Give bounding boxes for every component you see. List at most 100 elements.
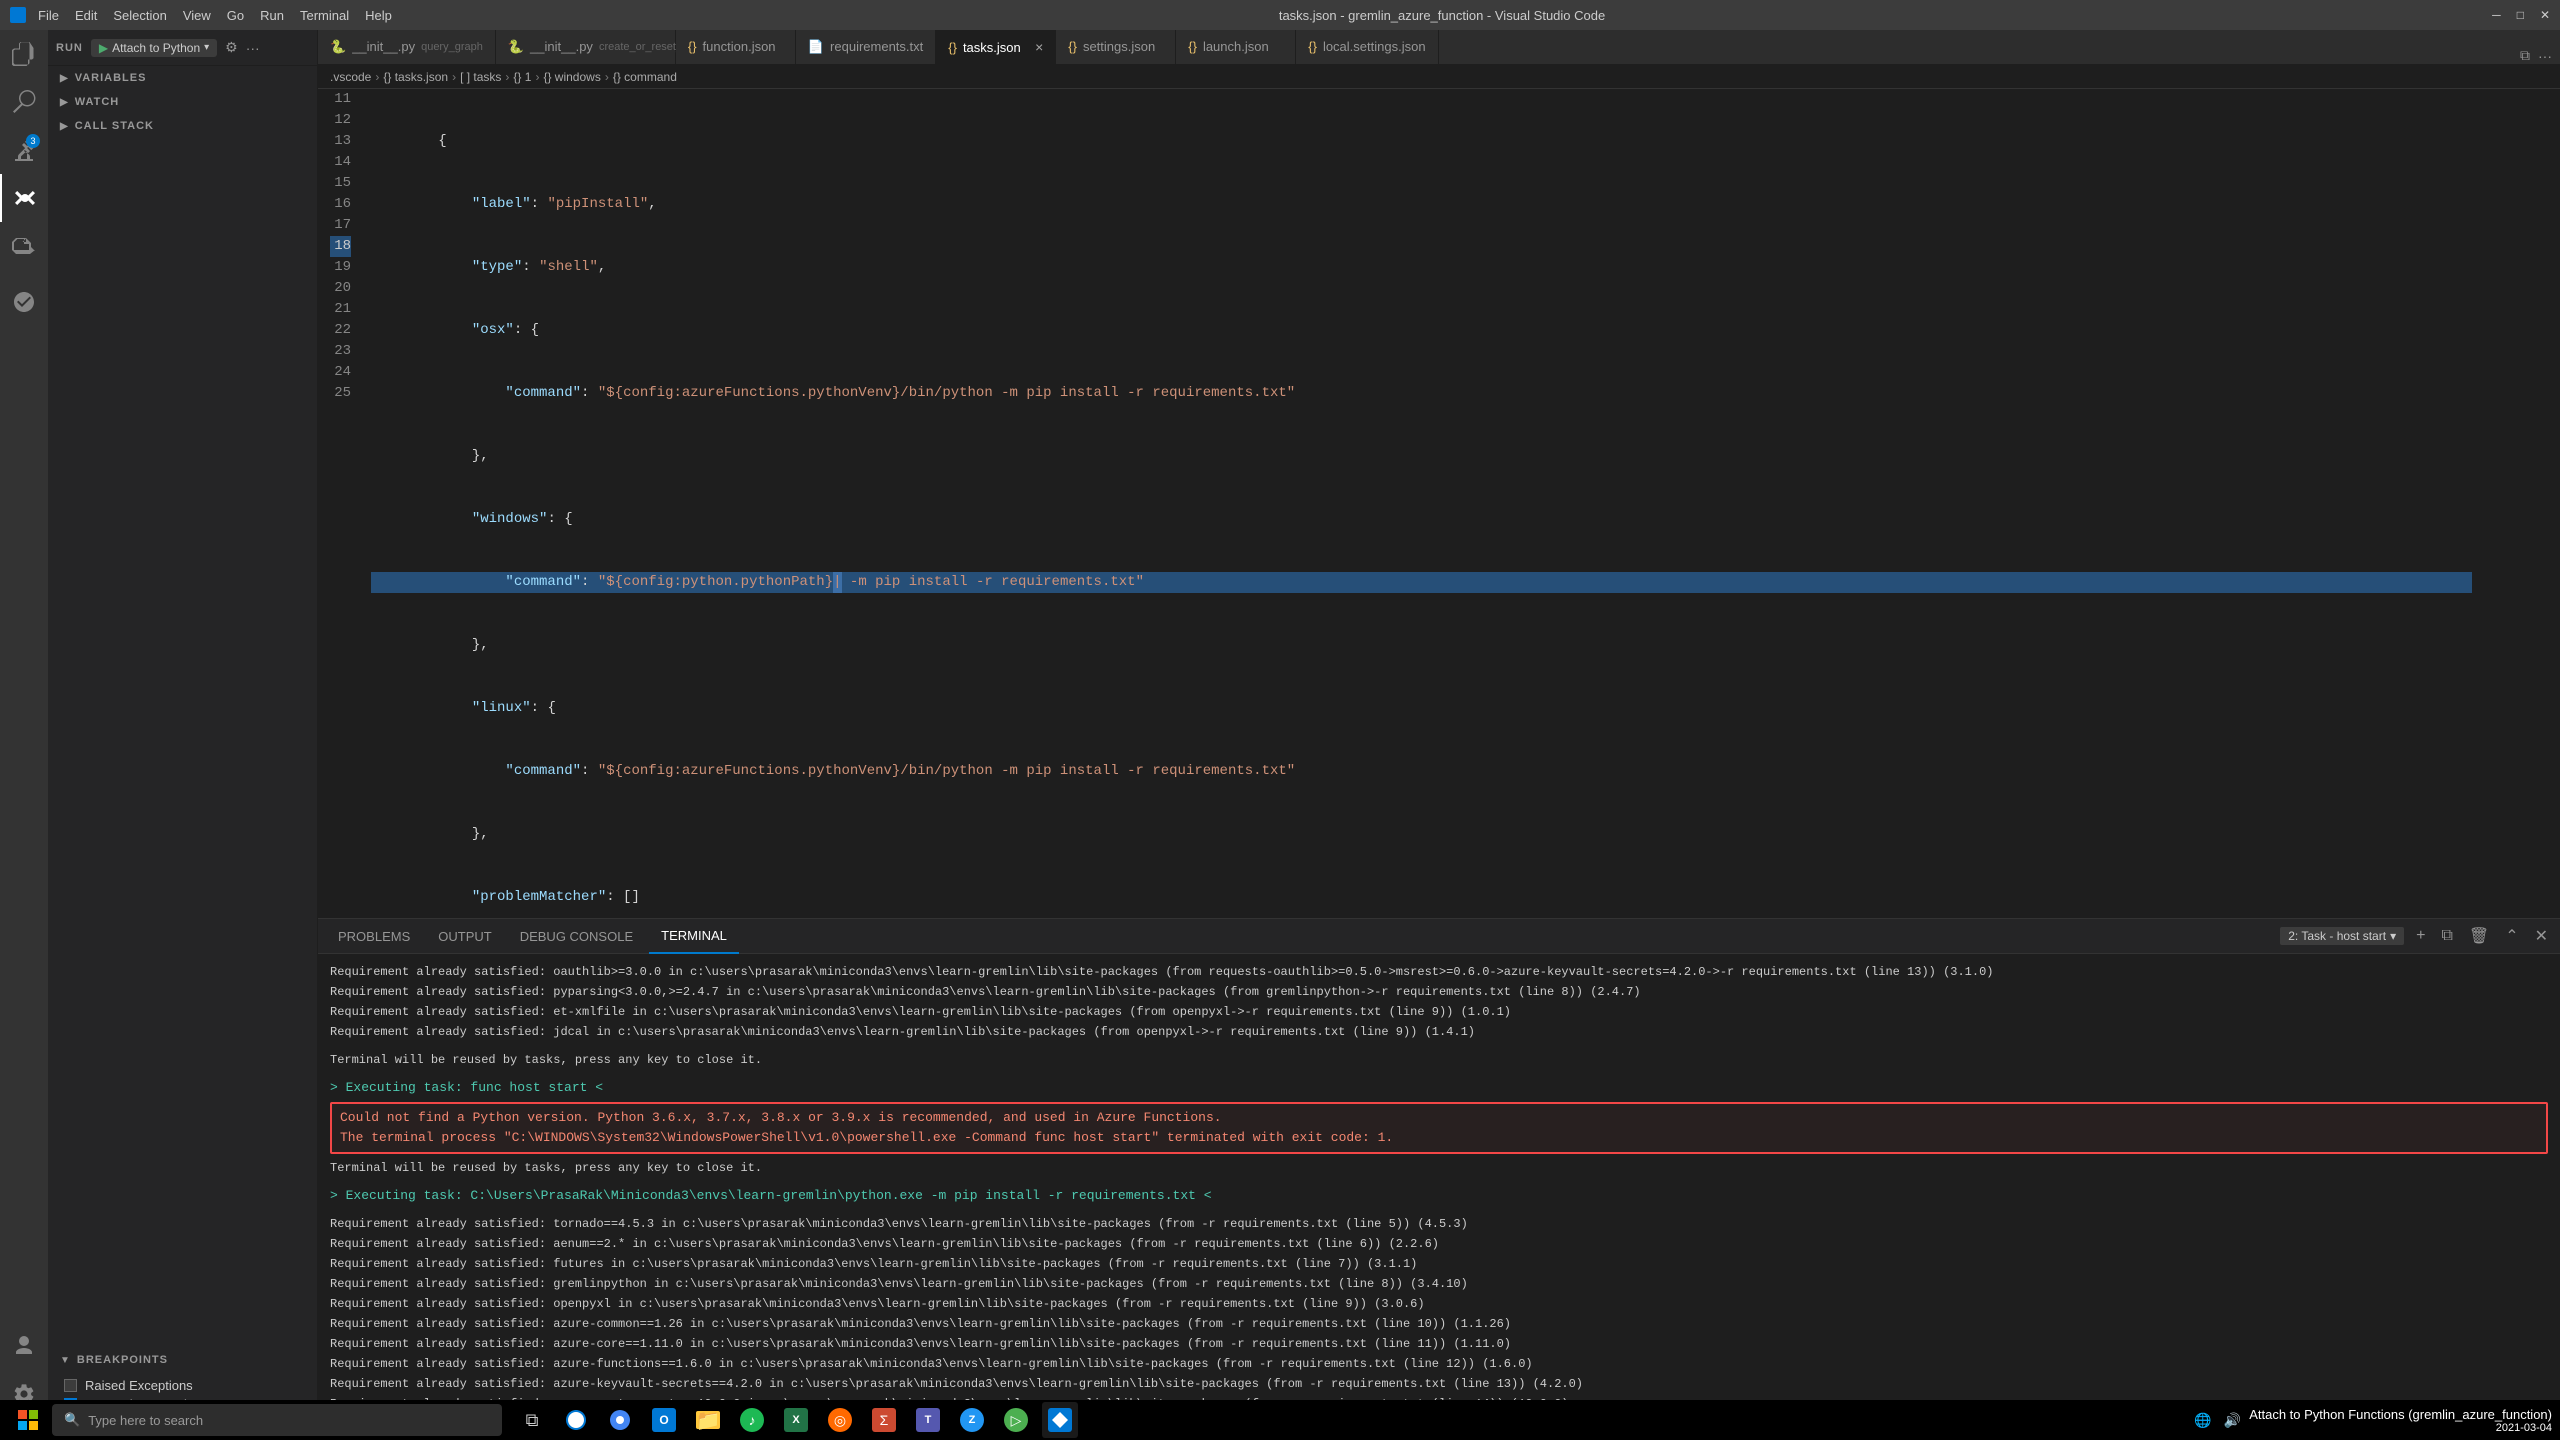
tab-icon: {} [1068, 39, 1077, 54]
search-placeholder[interactable]: Type here to search [88, 1413, 203, 1428]
breadcrumb-tasks[interactable]: {} tasks.json [383, 70, 448, 84]
taskbar-explorer[interactable]: 📁 [690, 1402, 726, 1438]
terminal-dropdown[interactable]: 2: Task - host start ▾ [2280, 927, 2404, 945]
tab-init-create[interactable]: 🐍 __init__.py create_or_reset_graph_db [496, 30, 676, 64]
gear-icon[interactable]: ⚙ [225, 39, 238, 56]
terminal-req-gremlin: Requirement already satisfied: gremlinpy… [330, 1274, 2548, 1294]
add-terminal-button[interactable]: + [2412, 927, 2429, 945]
menu-run[interactable]: Run [260, 8, 284, 23]
raised-exceptions-checkbox[interactable] [64, 1379, 77, 1392]
attach-to-python-button[interactable]: ▶ Attach to Python ▾ [91, 39, 217, 57]
network-icon[interactable]: 🌐 [2194, 1412, 2211, 1429]
breadcrumb-vscode[interactable]: .vscode [330, 70, 371, 84]
variables-label: VARIABLES [75, 72, 147, 84]
play-icon: ▶ [99, 41, 108, 55]
taskbar-search[interactable]: 🔍 Type here to search [52, 1404, 502, 1436]
panel-tab-output[interactable]: OUTPUT [426, 919, 503, 954]
tab-init-query[interactable]: 🐍 __init__.py query_graph [318, 30, 496, 64]
tab-function-json[interactable]: {} function.json [676, 30, 796, 64]
collapse-arrow-icon: ▶ [60, 97, 69, 108]
watch-label: WATCH [75, 96, 120, 108]
activity-remote[interactable] [0, 278, 48, 326]
tab-tasks-json[interactable]: {} tasks.json × [936, 30, 1056, 64]
taskbar-chrome[interactable] [602, 1402, 638, 1438]
spacer [330, 1206, 2548, 1214]
titlebar-menu[interactable]: File Edit Selection View Go Run Terminal… [38, 8, 392, 23]
code-editor[interactable]: 11 12 13 14 15 16 17 18 19 20 21 22 23 2… [318, 89, 2560, 918]
editor-tab-actions[interactable]: ⧉ ··· [2512, 47, 2560, 64]
vscode-logo [10, 7, 26, 23]
taskbar-zoom[interactable]: Z [954, 1402, 990, 1438]
start-button[interactable] [8, 1400, 48, 1440]
activity-search[interactable] [0, 78, 48, 126]
breadcrumb-command[interactable]: {} command [613, 70, 677, 84]
code-line-13: "type": "shell", [371, 257, 2472, 278]
more-tabs-icon[interactable]: ··· [2538, 48, 2552, 64]
activity-explorer[interactable] [0, 30, 48, 78]
taskbar-edge[interactable] [558, 1402, 594, 1438]
terminal-req-azure-keyvault: Requirement already satisfied: azure-key… [330, 1374, 2548, 1394]
menu-terminal[interactable]: Terminal [300, 8, 349, 23]
menu-go[interactable]: Go [227, 8, 244, 23]
taskbar-right: 🌐 🔊 Attach to Python Functions (gremlin_… [2194, 1407, 2552, 1434]
taskbar-app-8[interactable]: ◎ [822, 1402, 858, 1438]
taskbar-spotify[interactable]: ♪ [734, 1402, 770, 1438]
tab-label: local.settings.json [1323, 39, 1426, 54]
raised-exceptions-item[interactable]: Raised Exceptions [48, 1376, 317, 1395]
more-icon[interactable]: ··· [246, 40, 260, 56]
tab-local-settings[interactable]: {} local.settings.json [1296, 30, 1438, 64]
taskbar: 🔍 Type here to search ⧉ O 📁 ♪ X ◎ Σ T [0, 1400, 2560, 1440]
taskbar-app-9[interactable]: Σ [866, 1402, 902, 1438]
taskbar-excel[interactable]: X [778, 1402, 814, 1438]
variables-section[interactable]: ▶ VARIABLES [48, 66, 317, 90]
close-button[interactable]: ✕ [2540, 8, 2550, 22]
terminal-content[interactable]: Requirement already satisfied: oauthlib>… [318, 954, 2560, 1418]
panel-tab-problems[interactable]: PROBLEMS [326, 919, 422, 954]
menu-view[interactable]: View [183, 8, 211, 23]
activity-account[interactable] [0, 1322, 48, 1370]
editor-area: 🐍 __init__.py query_graph 🐍 __init__.py … [318, 30, 2560, 1418]
breadcrumb-1[interactable]: {} 1 [513, 70, 531, 84]
menu-selection[interactable]: Selection [113, 8, 166, 23]
terminal-dropdown-label: 2: Task - host start [2288, 929, 2386, 943]
watch-section[interactable]: ▶ WATCH [48, 90, 317, 114]
code-line-17: "windows": { [371, 509, 2472, 530]
menu-file[interactable]: File [38, 8, 59, 23]
tab-settings-json[interactable]: {} settings.json [1056, 30, 1176, 64]
activity-extensions[interactable] [0, 222, 48, 270]
panel-tab-terminal[interactable]: TERMINAL [649, 919, 739, 954]
clock[interactable]: Attach to Python Functions (gremlin_azur… [2249, 1407, 2552, 1434]
trash-button[interactable]: 🗑 [2465, 926, 2493, 946]
breakpoints-section[interactable]: ▼ BREAKPOINTS [48, 1348, 317, 1372]
taskbar-vscode[interactable] [1042, 1402, 1078, 1438]
code-content[interactable]: { "label": "pipInstall", "type": "shell"… [363, 89, 2480, 918]
close-panel-button[interactable]: ✕ [2531, 926, 2552, 946]
tab-requirements[interactable]: 📄 requirements.txt [796, 30, 936, 64]
panel-tab-debug-console[interactable]: DEBUG CONSOLE [508, 919, 645, 954]
maximize-button[interactable]: □ [2517, 8, 2524, 22]
menu-edit[interactable]: Edit [75, 8, 97, 23]
git-badge: 3 [26, 134, 40, 148]
tab-launch-json[interactable]: {} launch.json [1176, 30, 1296, 64]
taskbar-task-view[interactable]: ⧉ [514, 1402, 550, 1438]
breadcrumb-windows[interactable]: {} windows [543, 70, 600, 84]
activity-git[interactable]: 3 [0, 126, 48, 174]
split-editor-icon[interactable]: ⧉ [2520, 47, 2530, 64]
code-line-22: }, [371, 824, 2472, 845]
window-controls[interactable]: ─ □ ✕ [2492, 8, 2550, 22]
menu-help[interactable]: Help [365, 8, 392, 23]
taskbar-outlook[interactable]: O [646, 1402, 682, 1438]
taskbar-teams[interactable]: T [910, 1402, 946, 1438]
taskbar-app-12[interactable]: ▷ [998, 1402, 1034, 1438]
call-stack-section[interactable]: ▶ CALL STACK [48, 114, 317, 138]
close-tab-icon[interactable]: × [1035, 39, 1043, 55]
minimize-button[interactable]: ─ [2492, 8, 2501, 22]
breadcrumb-tasks-arr[interactable]: [ ] tasks [460, 70, 501, 84]
activity-run-debug[interactable] [0, 174, 48, 222]
sidebar: RUN ▶ Attach to Python ▾ ⚙ ··· ▶ VARIABL… [48, 30, 318, 1418]
split-terminal-button[interactable]: ⧉ [2437, 927, 2456, 945]
volume-icon[interactable]: 🔊 [2224, 1412, 2241, 1429]
terminal-req-openpyxl: Requirement already satisfied: openpyxl … [330, 1294, 2548, 1314]
maximize-panel-button[interactable]: ⌃ [2501, 926, 2522, 946]
error-box: Could not find a Python version. Python … [330, 1102, 2548, 1154]
